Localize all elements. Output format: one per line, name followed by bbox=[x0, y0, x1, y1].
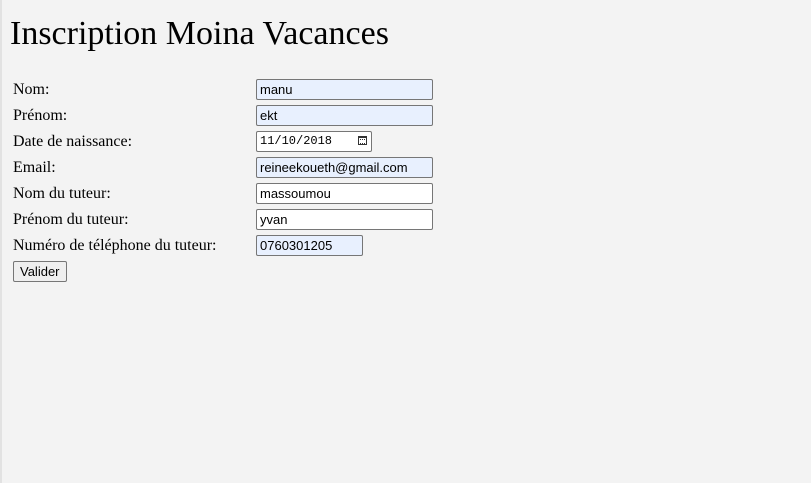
email-row: Email: reineekoueth@gmail.com bbox=[13, 157, 513, 179]
nom-label: Nom: bbox=[13, 81, 50, 98]
prenom-row: Prénom: ekt bbox=[13, 105, 513, 127]
tuteur-tel-label: Numéro de téléphone du tuteur: bbox=[13, 237, 217, 254]
dob-label: Date de naissance: bbox=[13, 133, 133, 150]
tuteur-nom-label: Nom du tuteur: bbox=[13, 185, 111, 202]
email-input[interactable]: reineekoueth@gmail.com bbox=[256, 157, 433, 178]
tuteur-nom-input[interactable]: massoumou bbox=[256, 183, 433, 204]
dob-row: Date de naissance: 11/10/2018 bbox=[13, 131, 513, 153]
tuteur-prenom-row: Prénom du tuteur: yvan bbox=[13, 209, 513, 231]
tuteur-tel-row: Numéro de téléphone du tuteur: 076030120… bbox=[13, 235, 513, 257]
prenom-label: Prénom: bbox=[13, 107, 68, 124]
tuteur-prenom-label: Prénom du tuteur: bbox=[13, 211, 129, 228]
email-label: Email: bbox=[13, 159, 56, 176]
nom-row: Nom: manu bbox=[13, 79, 513, 101]
nom-input[interactable]: manu bbox=[256, 79, 433, 100]
page-title: Inscription Moina Vacances bbox=[10, 15, 389, 52]
tuteur-nom-row: Nom du tuteur: massoumou bbox=[13, 183, 513, 205]
calendar-icon[interactable] bbox=[358, 136, 367, 145]
tuteur-prenom-input[interactable]: yvan bbox=[256, 209, 433, 230]
dob-input[interactable]: 11/10/2018 bbox=[256, 131, 372, 152]
prenom-input[interactable]: ekt bbox=[256, 105, 433, 126]
tuteur-tel-input[interactable]: 0760301205 bbox=[256, 235, 363, 256]
dob-value: 11/10/2018 bbox=[260, 134, 333, 148]
submit-button[interactable]: Valider bbox=[13, 261, 67, 282]
